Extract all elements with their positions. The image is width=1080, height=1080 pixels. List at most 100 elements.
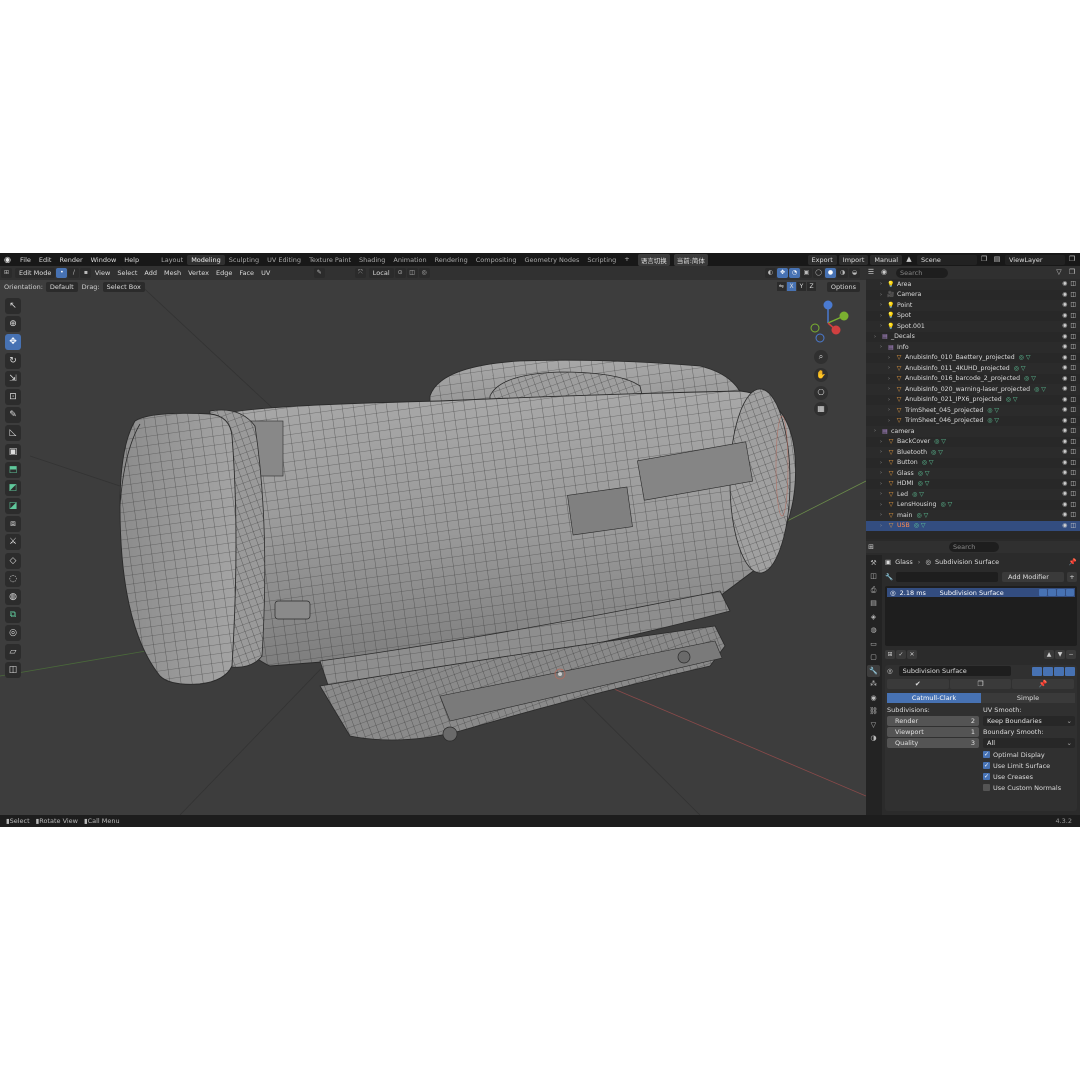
outliner-editor-icon[interactable]: ☰ — [866, 268, 876, 277]
eye-icon[interactable]: ◉ — [1062, 406, 1067, 413]
zoom-icon[interactable]: ⌕ — [814, 350, 828, 364]
orientation-selector[interactable]: Default — [45, 281, 78, 292]
eye-icon[interactable]: ◉ — [1062, 522, 1067, 529]
expand-arrow-icon[interactable]: › — [888, 418, 895, 424]
add-workspace-button[interactable]: + — [620, 255, 633, 265]
eye-icon[interactable]: ◉ — [1062, 354, 1067, 361]
overlay-toggle-icon[interactable]: ◔ — [789, 268, 800, 278]
add-cube-tool-icon[interactable]: ▣ — [5, 443, 21, 460]
outliner-row-decals[interactable]: › ▤ _Decals ◉ ◫ — [866, 332, 1080, 343]
stack-down-icon[interactable]: ▼ — [1055, 650, 1065, 659]
tweak-tool-icon[interactable]: ↖ — [5, 298, 21, 314]
view-layer-selector[interactable]: ViewLayer — [1005, 254, 1065, 265]
expand-arrow-icon[interactable]: › — [888, 355, 895, 361]
move-tool-icon[interactable]: ✥ — [5, 334, 21, 351]
scene-selector[interactable]: Scene — [917, 254, 977, 265]
eye-icon[interactable]: ◉ — [1062, 417, 1067, 424]
add-modifier-button[interactable]: Add Modifier — [1002, 572, 1064, 582]
tab-scripting[interactable]: Scripting — [583, 255, 620, 265]
visibility-toggles[interactable]: ◉ ◫ — [1059, 364, 1076, 371]
render-icon[interactable]: ◫ — [1070, 480, 1076, 487]
render-icon[interactable]: ◫ — [1070, 280, 1076, 287]
render-icon[interactable]: ◫ — [1070, 333, 1076, 340]
menu-vertex[interactable]: Vertex — [185, 269, 213, 277]
outliner-row-anubisinfo-020-warning-laser-projected[interactable]: › ▽ AnubisInfo_020_warning-laser_projected… — [866, 384, 1080, 395]
smooth-tool-icon[interactable]: ◍ — [5, 589, 21, 605]
axis-gizmo[interactable] — [806, 298, 866, 348]
outliner-row-spot[interactable]: › 💡 Spot ◉ ◫ — [866, 311, 1080, 322]
checkbox-icon[interactable] — [983, 784, 990, 791]
menu-file[interactable]: File — [16, 256, 35, 264]
expand-arrow-icon[interactable]: › — [880, 449, 887, 455]
visibility-toggles[interactable]: ◉ ◫ — [1059, 322, 1076, 329]
expand-arrow-icon[interactable]: › — [880, 302, 887, 308]
render-icon[interactable]: ◫ — [1070, 469, 1076, 476]
viewport-levels-field[interactable]: Viewport 1 — [887, 727, 979, 737]
annotate-tool-icon[interactable]: ✎ — [5, 407, 21, 424]
tab-rendering[interactable]: Rendering — [431, 255, 472, 265]
eye-icon[interactable]: ◉ — [1062, 469, 1067, 476]
simple-button[interactable]: Simple — [981, 693, 1075, 703]
shear-tool-icon[interactable]: ▱ — [5, 643, 21, 660]
stack-delete-icon[interactable]: − — [1066, 650, 1076, 659]
visibility-toggles[interactable]: ◉ ◫ — [1059, 343, 1076, 350]
eye-icon[interactable]: ◉ — [1062, 333, 1067, 340]
menu-render[interactable]: Render — [55, 256, 86, 264]
expand-arrow-icon[interactable]: › — [880, 439, 887, 445]
solid-shading-icon[interactable]: ● — [825, 268, 836, 278]
stack-move-icon[interactable]: ⊞ — [885, 650, 895, 659]
modifier-toggles[interactable] — [1039, 589, 1075, 596]
visibility-toggles[interactable]: ◉ ◫ — [1059, 396, 1076, 403]
snap-icon[interactable]: ◫ — [406, 268, 418, 278]
pin-icon[interactable]: 📌 — [1069, 558, 1077, 566]
expand-arrow-icon[interactable]: › — [880, 344, 887, 350]
visibility-toggles[interactable]: ◉ ◫ — [1059, 448, 1076, 455]
view-layer-tab-icon[interactable]: ▤ — [867, 597, 880, 609]
menu-edge[interactable]: Edge — [213, 269, 236, 277]
outliner-search-input[interactable]: Search — [896, 267, 948, 278]
visibility-toggles[interactable]: ◉ ◫ — [1059, 490, 1076, 497]
properties-editor-icon[interactable]: ⊞ — [866, 543, 876, 552]
visibility-toggles[interactable]: ◉ ◫ — [1059, 333, 1076, 340]
catmull-clark-button[interactable]: Catmull-Clark — [887, 693, 981, 703]
render-icon[interactable]: ◫ — [1070, 427, 1076, 434]
outliner-row-spot-001[interactable]: › 💡 Spot.001 ◉ ◫ — [866, 321, 1080, 332]
tab-texture-paint[interactable]: Texture Paint — [305, 255, 355, 265]
eye-icon[interactable]: ◉ — [1062, 396, 1067, 403]
eye-icon[interactable]: ◉ — [1062, 459, 1067, 466]
eye-icon[interactable]: ◉ — [1062, 322, 1067, 329]
apply-icon[interactable]: ✔ — [887, 679, 949, 689]
outliner-row-camera[interactable]: › 🎥 Camera ◉ ◫ — [866, 290, 1080, 301]
material-shading-icon[interactable]: ◑ — [837, 268, 848, 278]
outliner-row-trimsheet-045-projected[interactable]: › ▽ TrimSheet_045_projected ◎ ▽ ◉ ◫ — [866, 405, 1080, 416]
modifier-stack-item[interactable]: ◎ 2.18 ms Subdivision Surface — [887, 588, 1075, 597]
eye-icon[interactable]: ◉ — [1062, 291, 1067, 298]
data-tab-icon[interactable]: ▽ — [867, 719, 880, 731]
object-tab-icon[interactable]: ▢ — [867, 651, 880, 663]
tab-geometry-nodes[interactable]: Geometry Nodes — [521, 255, 584, 265]
rendered-shading-icon[interactable]: ◒ — [849, 268, 860, 278]
outliner-row-hdmi[interactable]: › ▽ HDMI ◎ ▽ ◉ ◫ — [866, 479, 1080, 490]
use-creases-checkbox[interactable]: ✓ Use Creases — [983, 771, 1075, 782]
editor-type-icon[interactable]: ⊞ — [1, 268, 12, 278]
render-icon[interactable]: ◫ — [1070, 490, 1076, 497]
navigation-gizmo[interactable]: ⌕ ✋ ⎔ ▦ — [806, 298, 866, 416]
eye-icon[interactable]: ◉ — [1062, 490, 1067, 497]
measure-tool-icon[interactable]: ◺ — [5, 425, 21, 442]
visibility-toggles[interactable]: ◉ ◫ — [1059, 385, 1076, 392]
expand-arrow-icon[interactable]: › — [888, 365, 895, 371]
output-tab-icon[interactable]: ⎙ — [867, 584, 880, 596]
expand-arrow-icon[interactable]: › — [880, 281, 887, 287]
render-icon[interactable]: ◫ — [1070, 511, 1076, 518]
visibility-toggles[interactable]: ◉ ◫ — [1059, 301, 1076, 308]
options-button[interactable]: Options — [826, 282, 860, 292]
render-icon[interactable]: ◫ — [1070, 343, 1076, 350]
eye-icon[interactable]: ◉ — [1062, 301, 1067, 308]
outliner-row-trimsheet-046-projected[interactable]: › ▽ TrimSheet_046_projected ◎ ▽ ◉ ◫ — [866, 416, 1080, 427]
edge-select-icon[interactable]: / — [68, 268, 80, 278]
vertex-select-icon[interactable]: • — [56, 268, 68, 278]
eye-icon[interactable]: ◉ — [1062, 448, 1067, 455]
outliner-row-anubisinfo-021-ipx6-projected[interactable]: › ▽ AnubisInfo_021_IPX6_projected ◎ ▽ ◉ ◫ — [866, 395, 1080, 406]
visibility-icon[interactable]: ◐ — [765, 268, 776, 278]
visibility-toggles[interactable]: ◉ ◫ — [1059, 375, 1076, 382]
